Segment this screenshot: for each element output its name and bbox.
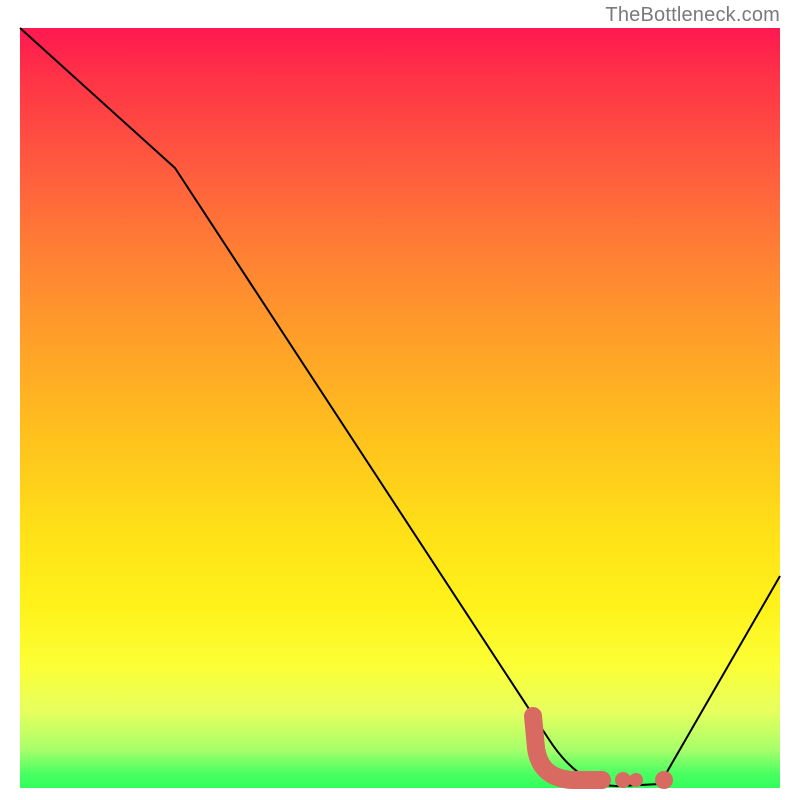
optimal-region-stroke — [533, 716, 602, 780]
bottleneck-curve — [20, 28, 780, 786]
optimal-region-dot — [615, 772, 631, 788]
optimal-region-dot — [655, 771, 673, 789]
watermark-text: TheBottleneck.com — [605, 4, 780, 27]
optimal-region-dot — [629, 773, 643, 787]
chart-svg — [20, 28, 780, 788]
